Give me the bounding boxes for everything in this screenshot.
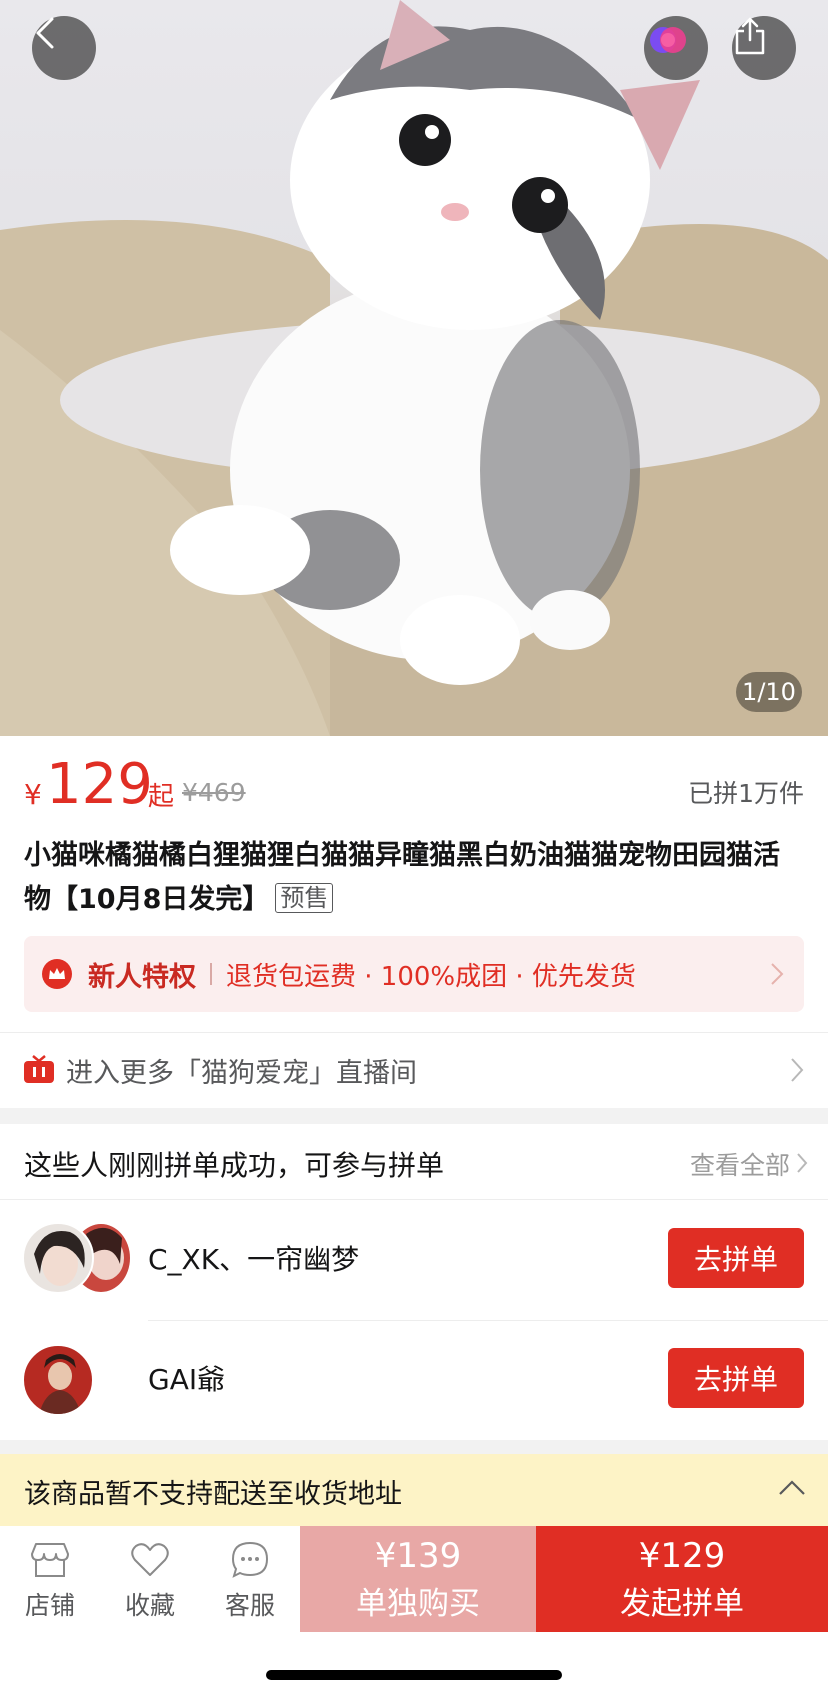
group-row: GAI爺 去拼单: [0, 1320, 828, 1440]
live-room-entry[interactable]: 进入更多「猫狗爱宠」直播间: [0, 1032, 828, 1106]
product-title-text: 小猫咪橘猫橘白狸猫狸白猫猫异瞳猫黑白奶油猫猫宠物田园猫活物【10月8日发完】: [24, 840, 780, 915]
back-button[interactable]: [32, 16, 96, 80]
privilege-divider: [210, 963, 212, 985]
kitten-photo: [0, 0, 828, 736]
delivery-notice-text: 该商品暂不支持配送至收货地址: [24, 1479, 402, 1510]
favorite-label: 收藏: [124, 1591, 175, 1620]
original-price: ¥469: [182, 778, 246, 807]
section-gap: [0, 1108, 828, 1124]
privilege-benefits: 退货包运费 · 100%成团 · 优先发货: [226, 961, 636, 992]
live-gift-icon: [24, 1055, 54, 1083]
price-suffix: 起: [148, 782, 175, 812]
start-group-button[interactable]: ¥129 发起拼单: [536, 1526, 828, 1632]
currency-symbol: ¥: [24, 778, 42, 811]
new-user-privilege-banner[interactable]: 新人特权 退货包运费 · 100%成团 · 优先发货: [24, 936, 804, 1012]
group-buy-heading: 这些人刚刚拼单成功，可参与拼单: [24, 1149, 445, 1182]
heart-icon: [131, 1543, 169, 1576]
product-image-carousel[interactable]: 1/10: [0, 0, 828, 736]
chat-bubble-icon: [231, 1541, 269, 1578]
home-indicator[interactable]: [266, 1670, 562, 1680]
share-button[interactable]: [732, 16, 796, 80]
shop-icon: [31, 1543, 69, 1577]
assistant-button[interactable]: [644, 16, 708, 80]
group-member-names: C_XK、一帘幽梦: [148, 1243, 360, 1276]
group-member-names: GAI爺: [148, 1363, 226, 1396]
join-group-button[interactable]: 去拼单: [668, 1348, 804, 1408]
chevron-left-icon: [36, 17, 54, 49]
favorite-button[interactable]: 收藏: [100, 1526, 200, 1632]
chevron-up-icon: [779, 1480, 805, 1495]
presale-tag: 预售: [275, 883, 334, 913]
share-icon: [735, 17, 765, 55]
sold-count: 已拼1万件: [688, 779, 804, 808]
shop-label: 店铺: [24, 1591, 75, 1620]
chevron-right-icon: [771, 963, 784, 985]
group-buy-price: ¥129: [638, 1536, 726, 1576]
group-row: C_XK、一帘幽梦 去拼单: [0, 1200, 828, 1320]
join-group-button[interactable]: 去拼单: [668, 1228, 804, 1288]
live-room-text: 进入更多「猫狗爱宠」直播间: [66, 1058, 417, 1089]
group-buy-header: 这些人刚刚拼单成功，可参与拼单 查看全部: [0, 1124, 828, 1200]
chevron-right-icon: [797, 1153, 808, 1173]
crown-icon: [42, 959, 72, 989]
view-all-link[interactable]: 查看全部: [690, 1146, 790, 1182]
group-price: 129: [46, 752, 153, 817]
siri-orb-icon: [650, 27, 686, 53]
group-buy-label: 发起拼单: [620, 1586, 744, 1622]
solo-price: ¥139: [374, 1536, 462, 1576]
avatar: [22, 1344, 94, 1416]
section-gap: [0, 1440, 828, 1454]
buy-alone-button[interactable]: ¥139 单独购买: [300, 1526, 536, 1632]
solo-label: 单独购买: [356, 1586, 480, 1622]
bottom-action-bar: 店铺 收藏 客服 ¥139 单独购买 ¥129 发起拼单: [0, 1526, 828, 1632]
chevron-right-icon: [791, 1058, 804, 1082]
price-row: ¥ 129 起 ¥469 已拼1万件: [24, 752, 804, 817]
avatar: [22, 1222, 94, 1294]
service-label: 客服: [224, 1591, 275, 1620]
product-title: 小猫咪橘猫橘白狸猫狸白猫猫异瞳猫黑白奶油猫猫宠物田园猫活物【10月8日发完】 预售: [24, 834, 804, 922]
privilege-label: 新人特权: [88, 961, 196, 993]
delivery-notice[interactable]: 该商品暂不支持配送至收货地址: [0, 1454, 828, 1526]
shop-button[interactable]: 店铺: [0, 1526, 100, 1632]
customer-service-button[interactable]: 客服: [200, 1526, 300, 1632]
image-counter: 1/10: [736, 672, 802, 712]
